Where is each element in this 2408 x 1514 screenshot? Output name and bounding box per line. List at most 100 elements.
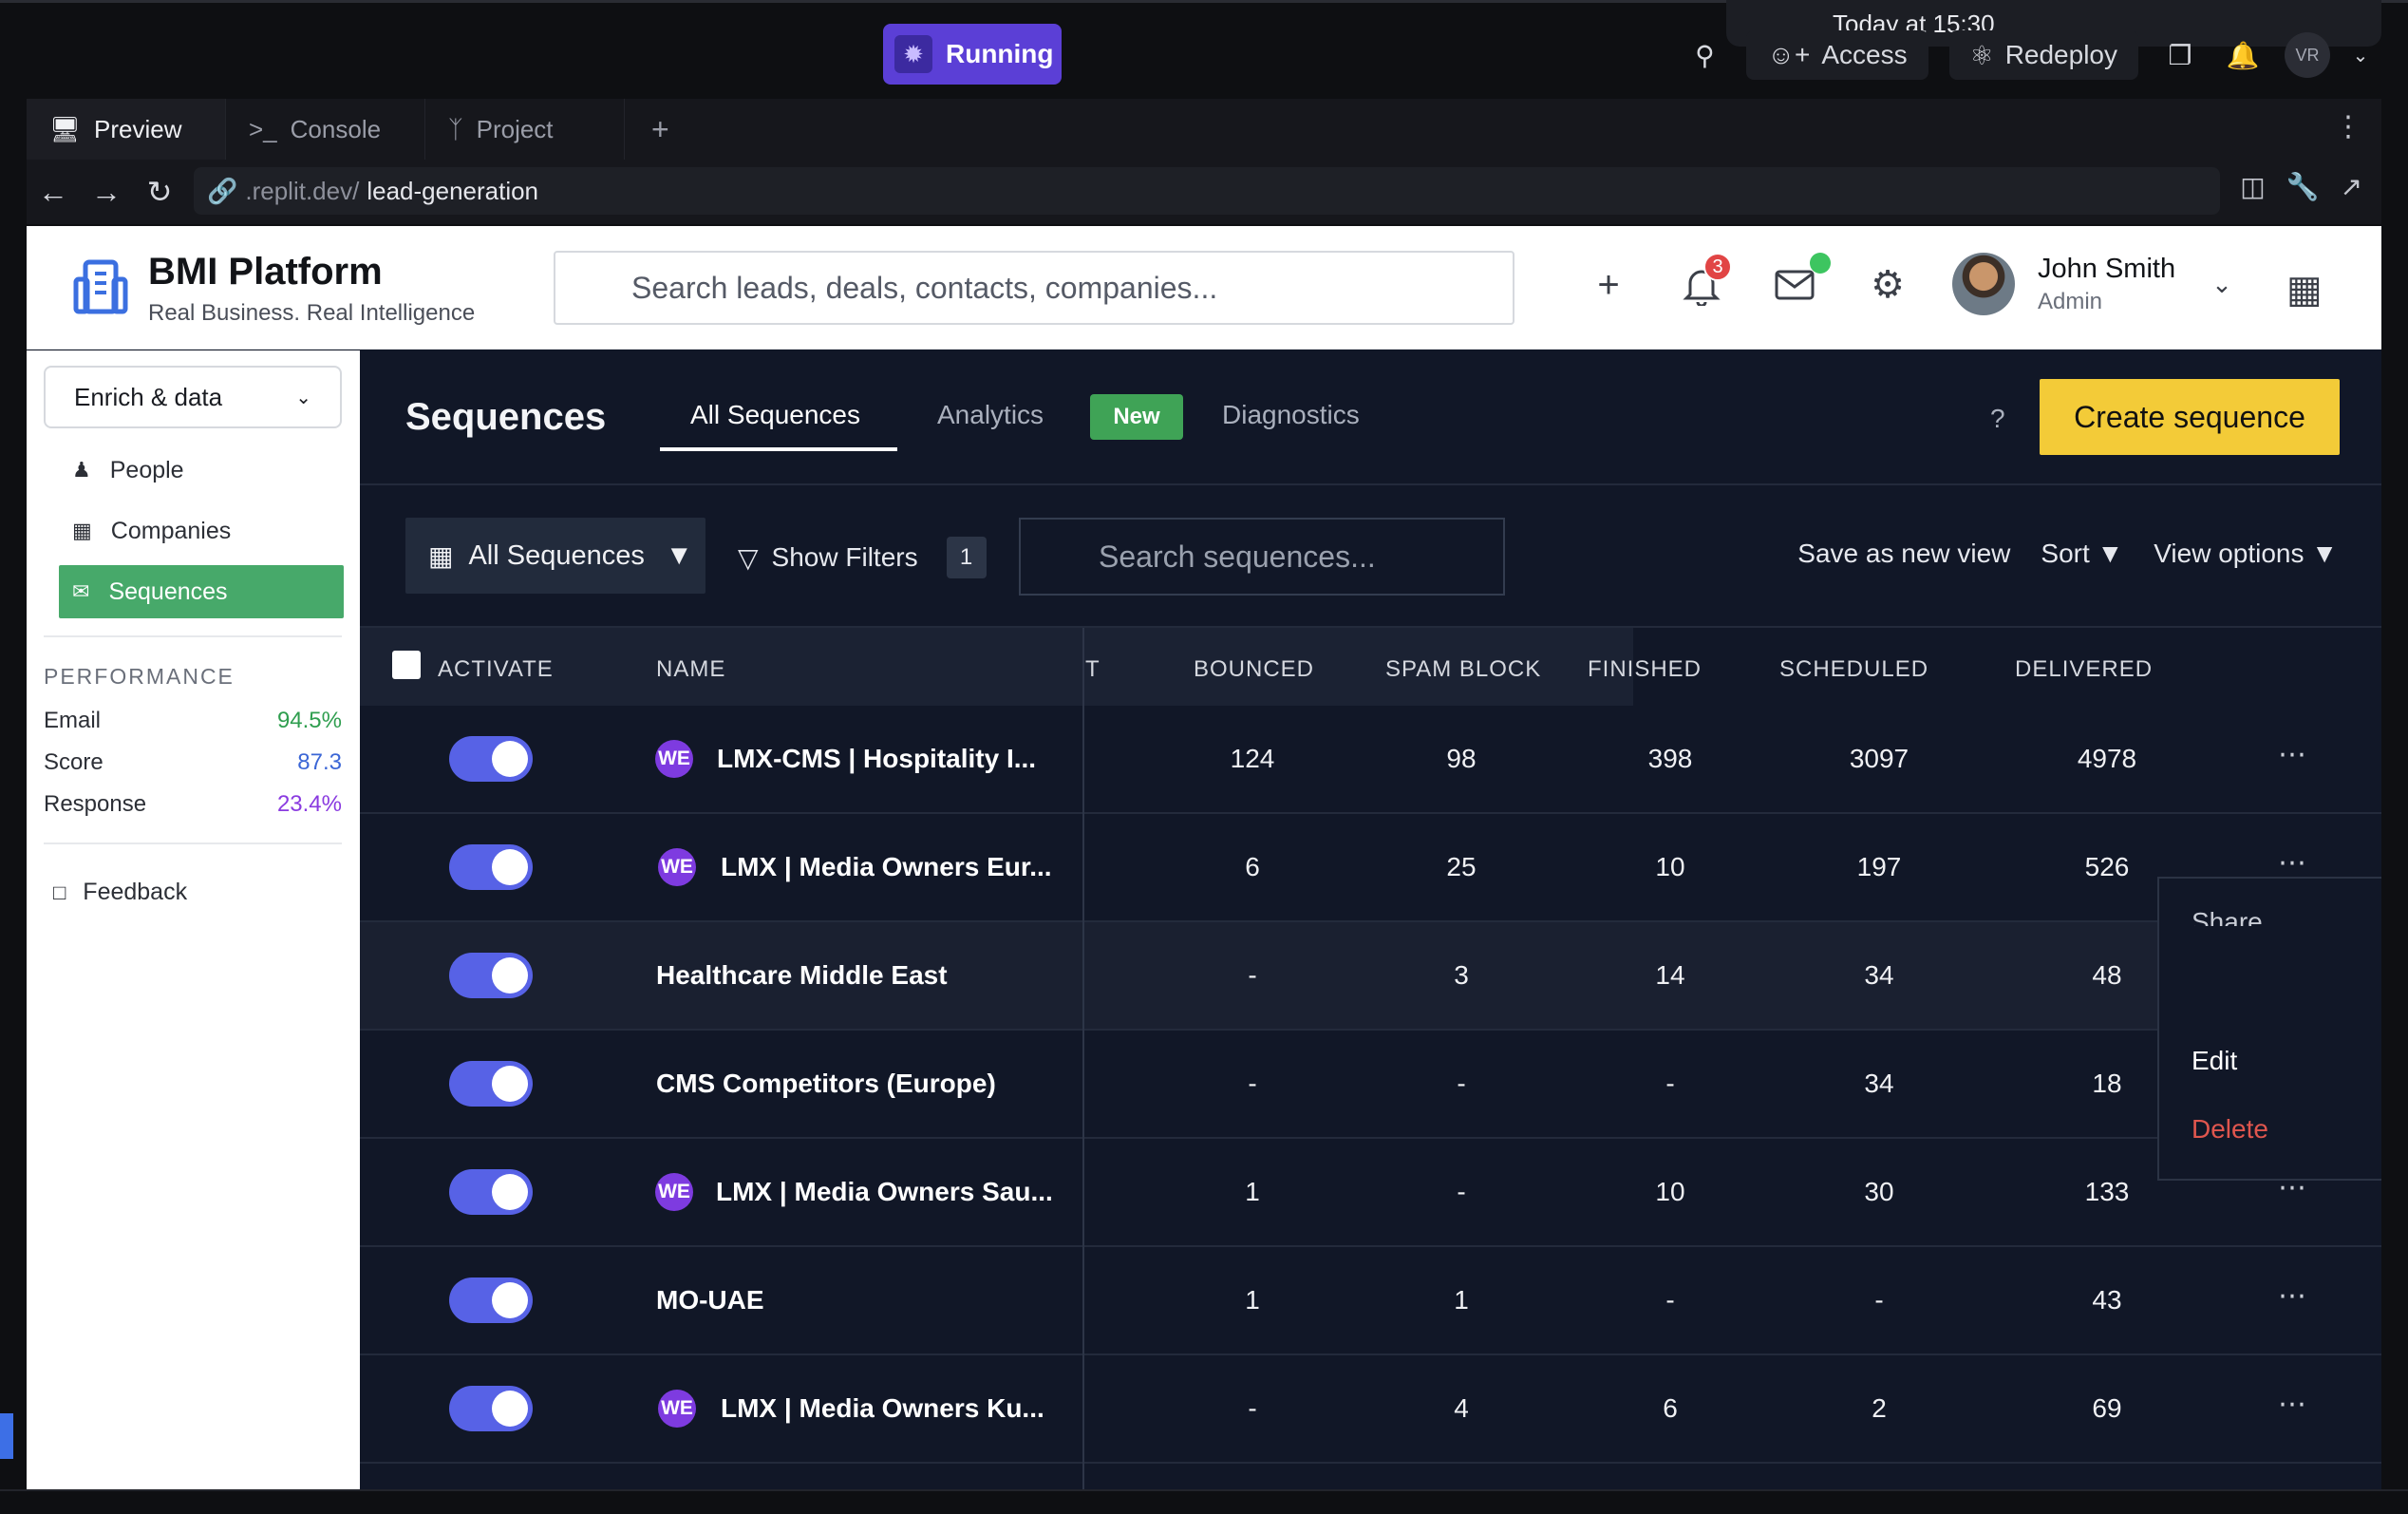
row-more-icon[interactable]: ⋯ [2278,1388,2307,1421]
preview-url-bar: ← → ↻ 🔗 .replit.dev/lead-generation ◫ 🔧 … [27,160,2381,224]
table-row[interactable]: WE LMX | Media Owners Sau... 1 - 10 30 1… [360,1139,2381,1247]
feedback-link[interactable]: □ Feedback [53,879,187,906]
sequence-name[interactable]: LMX-CMS | Hospitality I... [717,744,1036,774]
access-button[interactable]: ☺+ Access [1746,30,1928,80]
sequence-name[interactable]: LMX | Media Owners Ku... [721,1393,1044,1424]
tab-all-sequences[interactable]: All Sequences [690,400,860,430]
create-sequence-button[interactable]: Create sequence [2040,379,2340,455]
table-row[interactable]: WE LMX-CMS | Hospitality I... 124 98 398… [360,706,2381,814]
chevron-down-icon[interactable]: ⌄ [2351,34,2370,76]
wrench-icon[interactable]: 🔧 [2286,171,2320,202]
cell-spam-block: 1 [1454,1285,1469,1315]
forward-arrow-icon[interactable]: → [80,175,133,210]
tab-analytics[interactable]: Analytics [937,400,1044,430]
cell-delivered: 526 [2084,852,2130,881]
search-sequences-input[interactable]: Search sequences... [1019,518,1505,596]
global-search-input[interactable]: Search leads, deals, contacts, companies… [554,251,1514,325]
activate-toggle[interactable] [449,1061,533,1107]
table-row[interactable]: WE LMX | Media Owners Ku... - 4 6 2 69 ⋯ [360,1355,2381,1464]
activate-toggle[interactable] [449,736,533,782]
column-header-activate[interactable]: ACTIVATE [438,656,554,683]
plus-icon[interactable]: + [1584,255,1633,315]
url-path: lead-generation [367,176,539,205]
edge-marker [0,1413,13,1459]
menu-item-delete[interactable]: Delete [2192,1114,2268,1145]
section-select[interactable]: Enrich & data ⌄ [44,366,342,428]
table-row[interactable]: Healthcare Middle East - 3 14 34 48 ⋯ [360,922,2381,1031]
cell-delivered: 43 [2092,1285,2122,1315]
menu-item-share[interactable]: Share [2192,907,2263,926]
tab-console[interactable]: >_ Console [226,99,425,160]
view-options-button[interactable]: View options ▼ [2154,539,2338,569]
toolbar-right-actions: Save as new view Sort ▼ View options ▼ [1797,539,2338,569]
column-header-finished[interactable]: FINISHED [1588,656,1702,683]
row-more-icon[interactable]: ⋯ [2278,738,2307,771]
cell-bounced: - [1248,1393,1257,1423]
account-avatar[interactable]: VR [2285,32,2330,78]
column-header-spam-block[interactable]: SPAM BLOCK [1385,656,1541,683]
column-header-scheduled[interactable]: SCHEDULED [1779,656,1928,683]
activate-toggle[interactable] [449,1277,533,1323]
sidebar-item-people[interactable]: ♟ People [59,444,344,497]
url-actions: ◫ 🔧 ↗ [2240,171,2362,202]
run-status-button[interactable]: ✹ Running [883,24,1062,85]
link-icon: 🔗 [207,176,238,205]
activate-toggle[interactable] [449,953,533,998]
sequence-name[interactable]: Healthcare Middle East [656,960,948,991]
menu-item-edit[interactable]: Edit [2192,1046,2237,1076]
apps-grid-icon[interactable]: ▦ [2286,268,2323,312]
select-all-checkbox[interactable] [392,651,421,679]
external-link-icon[interactable]: ↗ [2341,171,2362,202]
row-more-icon[interactable]: ⋯ [2278,1279,2307,1313]
redeploy-button[interactable]: ⚛ Redeploy [1948,30,2138,80]
activate-toggle[interactable] [449,1386,533,1431]
url-field[interactable]: 🔗 .replit.dev/lead-generation [194,167,2220,215]
tab-label: Console [290,114,382,143]
devices-icon[interactable]: ◫ [2240,171,2265,202]
sequence-name[interactable]: MO-UAE [656,1285,764,1315]
view-select-button[interactable]: ▦ All Sequences ▼ [405,518,705,594]
tab-project[interactable]: ᛉ Project [425,99,625,160]
frozen-column-divider [1082,628,1084,1489]
column-header-name[interactable]: NAME [656,656,725,683]
sequence-name[interactable]: LMX | Media Owners Eur... [721,852,1052,882]
branch-icon: ᛉ [448,114,463,143]
mail-svg [1775,270,1815,300]
back-arrow-icon[interactable]: ← [27,175,80,210]
gear-icon[interactable]: ⚙ [1863,255,1912,315]
cell-finished: 10 [1655,1177,1685,1206]
brand-title: BMI Platform [148,251,383,293]
user-menu[interactable]: John Smith Admin ⌄ [1952,253,2232,315]
tab-diagnostics[interactable]: Diagnostics [1222,400,1360,430]
tab-preview[interactable]: 🖥 Preview [27,99,226,160]
tab-label: Project [476,114,554,143]
bell-icon[interactable]: 🔔 [2222,34,2264,76]
more-vertical-icon[interactable]: ⋮ [2334,110,2362,143]
mail-icon[interactable] [1770,253,1831,315]
workspace-tabs: 🖥 Preview >_ Console ᛉ Project + ⋮ [27,99,2381,160]
column-header-delivered[interactable]: DELIVERED [2015,656,2153,683]
copy-icon[interactable]: ❐ [2159,34,2201,76]
save-view-button[interactable]: Save as new view [1797,539,2010,569]
sidebar-item-sequences[interactable]: ✉ Sequences [59,565,344,618]
help-icon[interactable]: ? [1990,404,2005,434]
add-tab-button[interactable]: + [625,99,696,160]
notifications-bell-icon[interactable]: 3 [1677,253,1732,315]
sequence-name[interactable]: LMX | Media Owners Sau... [716,1177,1053,1207]
show-filters-button[interactable]: ▽ Show Filters 1 [738,537,987,578]
row-more-icon[interactable]: ⋯ [2278,846,2307,880]
column-header-bounced[interactable]: BOUNCED [1194,656,1314,683]
activate-toggle[interactable] [449,1169,533,1215]
table-row[interactable]: CMS Competitors (Europe) - - - 34 18 ⋯ [360,1031,2381,1139]
sequence-name[interactable]: CMS Competitors (Europe) [656,1069,996,1099]
cell-bounced: - [1248,1069,1257,1098]
search-icon[interactable]: ⚲ [1684,34,1725,76]
column-header-partial[interactable]: T [1085,656,1101,683]
activate-toggle[interactable] [449,844,533,890]
reload-icon[interactable]: ↻ [133,174,186,210]
table-row[interactable]: WE LMX | Media Owners Eur... 6 25 10 197… [360,814,2381,922]
sidebar-item-companies[interactable]: ▦ Companies [59,504,344,558]
metric-value: 94.5% [276,708,342,733]
sort-button[interactable]: Sort ▼ [2041,539,2123,569]
table-row[interactable]: MO-UAE 1 1 - - 43 ⋯ [360,1247,2381,1355]
